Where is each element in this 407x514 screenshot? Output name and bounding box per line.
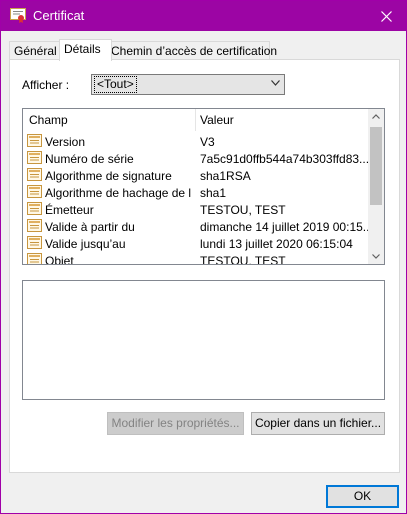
field-name: Émetteur xyxy=(45,203,94,217)
field-name: Numéro de série xyxy=(45,152,134,166)
field-value: sha1 xyxy=(200,186,227,200)
scroll-up-icon[interactable] xyxy=(372,114,380,119)
show-label: Afficher : xyxy=(22,78,70,92)
field-value: 7a5c91d0ffb544a74b303ffd83... xyxy=(200,152,368,166)
details-panel: Afficher : <Tout> Champ Valeur Version V3… xyxy=(9,59,400,473)
field-name: Version xyxy=(45,135,86,149)
table-row[interactable]: Valide jusqu’au lundi 13 juillet 2020 06:… xyxy=(23,235,369,252)
field-name: Algorithme de signature xyxy=(45,169,172,183)
close-icon xyxy=(380,10,392,22)
certificate-field-icon xyxy=(27,168,42,181)
chevron-down-icon xyxy=(271,80,280,86)
column-header-value[interactable]: Valeur xyxy=(200,109,234,131)
edit-properties-button[interactable]: Modifier les propriétés... xyxy=(107,412,244,435)
scrollbar-thumb[interactable] xyxy=(370,127,382,205)
field-value: V3 xyxy=(200,135,215,149)
close-button[interactable] xyxy=(366,1,406,31)
tab-certification-path[interactable]: Chemin d’accès de certification xyxy=(106,41,277,60)
column-separator xyxy=(195,109,196,131)
copy-to-file-button[interactable]: Copier dans un fichier... xyxy=(251,412,385,435)
table-row[interactable]: Algorithme de hachage de l... sha1 xyxy=(23,184,369,201)
scroll-down-icon[interactable] xyxy=(372,254,380,259)
certificate-field-icon xyxy=(27,236,42,249)
table-row[interactable]: Numéro de série 7a5c91d0ffb544a74b303ffd8… xyxy=(23,150,369,167)
ok-button[interactable]: OK xyxy=(326,485,399,508)
field-name: Objet xyxy=(45,254,74,265)
show-dropdown[interactable]: <Tout> xyxy=(91,74,285,95)
certificate-field-icon xyxy=(27,202,42,215)
title-bar: Certificat xyxy=(1,1,406,31)
field-name: Algorithme de hachage de l... xyxy=(45,186,191,200)
tab-details[interactable]: Détails xyxy=(59,39,112,61)
table-row[interactable]: Objet TESTOU, TEST xyxy=(23,252,369,265)
field-name: Valide à partir du xyxy=(45,220,135,234)
window-title: Certificat xyxy=(33,8,85,23)
certificate-icon xyxy=(10,8,26,23)
field-name: Valide jusqu’au xyxy=(45,237,126,251)
table-row[interactable]: Algorithme de signature sha1RSA xyxy=(23,167,369,184)
column-header-field[interactable]: Champ xyxy=(29,109,68,131)
table-row[interactable]: Émetteur TESTOU, TEST xyxy=(23,201,369,218)
field-value: lundi 13 juillet 2020 06:15:04 xyxy=(200,237,353,251)
table-row[interactable]: Valide à partir du dimanche 14 juillet 20… xyxy=(23,218,369,235)
field-value: TESTOU, TEST xyxy=(200,203,286,217)
fields-list[interactable]: Champ Valeur Version V3 Numéro de série 7a5… xyxy=(22,108,385,265)
vertical-scrollbar[interactable] xyxy=(368,109,384,264)
field-value: dimanche 14 juillet 2019 00:15... xyxy=(200,220,368,234)
certificate-dialog: Certificat Général Détails Chemin d’accè… xyxy=(0,0,407,514)
table-row[interactable]: Version V3 xyxy=(23,133,369,150)
field-value: sha1RSA xyxy=(200,169,251,183)
tab-general[interactable]: Général xyxy=(9,41,63,60)
certificate-field-icon xyxy=(27,185,42,198)
certificate-field-icon xyxy=(27,253,42,264)
field-value: TESTOU, TEST xyxy=(200,254,286,265)
field-value-box[interactable] xyxy=(22,280,385,400)
certificate-field-icon xyxy=(27,151,42,164)
certificate-field-icon xyxy=(27,219,42,232)
certificate-field-icon xyxy=(27,134,42,147)
show-dropdown-value: <Tout> xyxy=(94,76,137,93)
